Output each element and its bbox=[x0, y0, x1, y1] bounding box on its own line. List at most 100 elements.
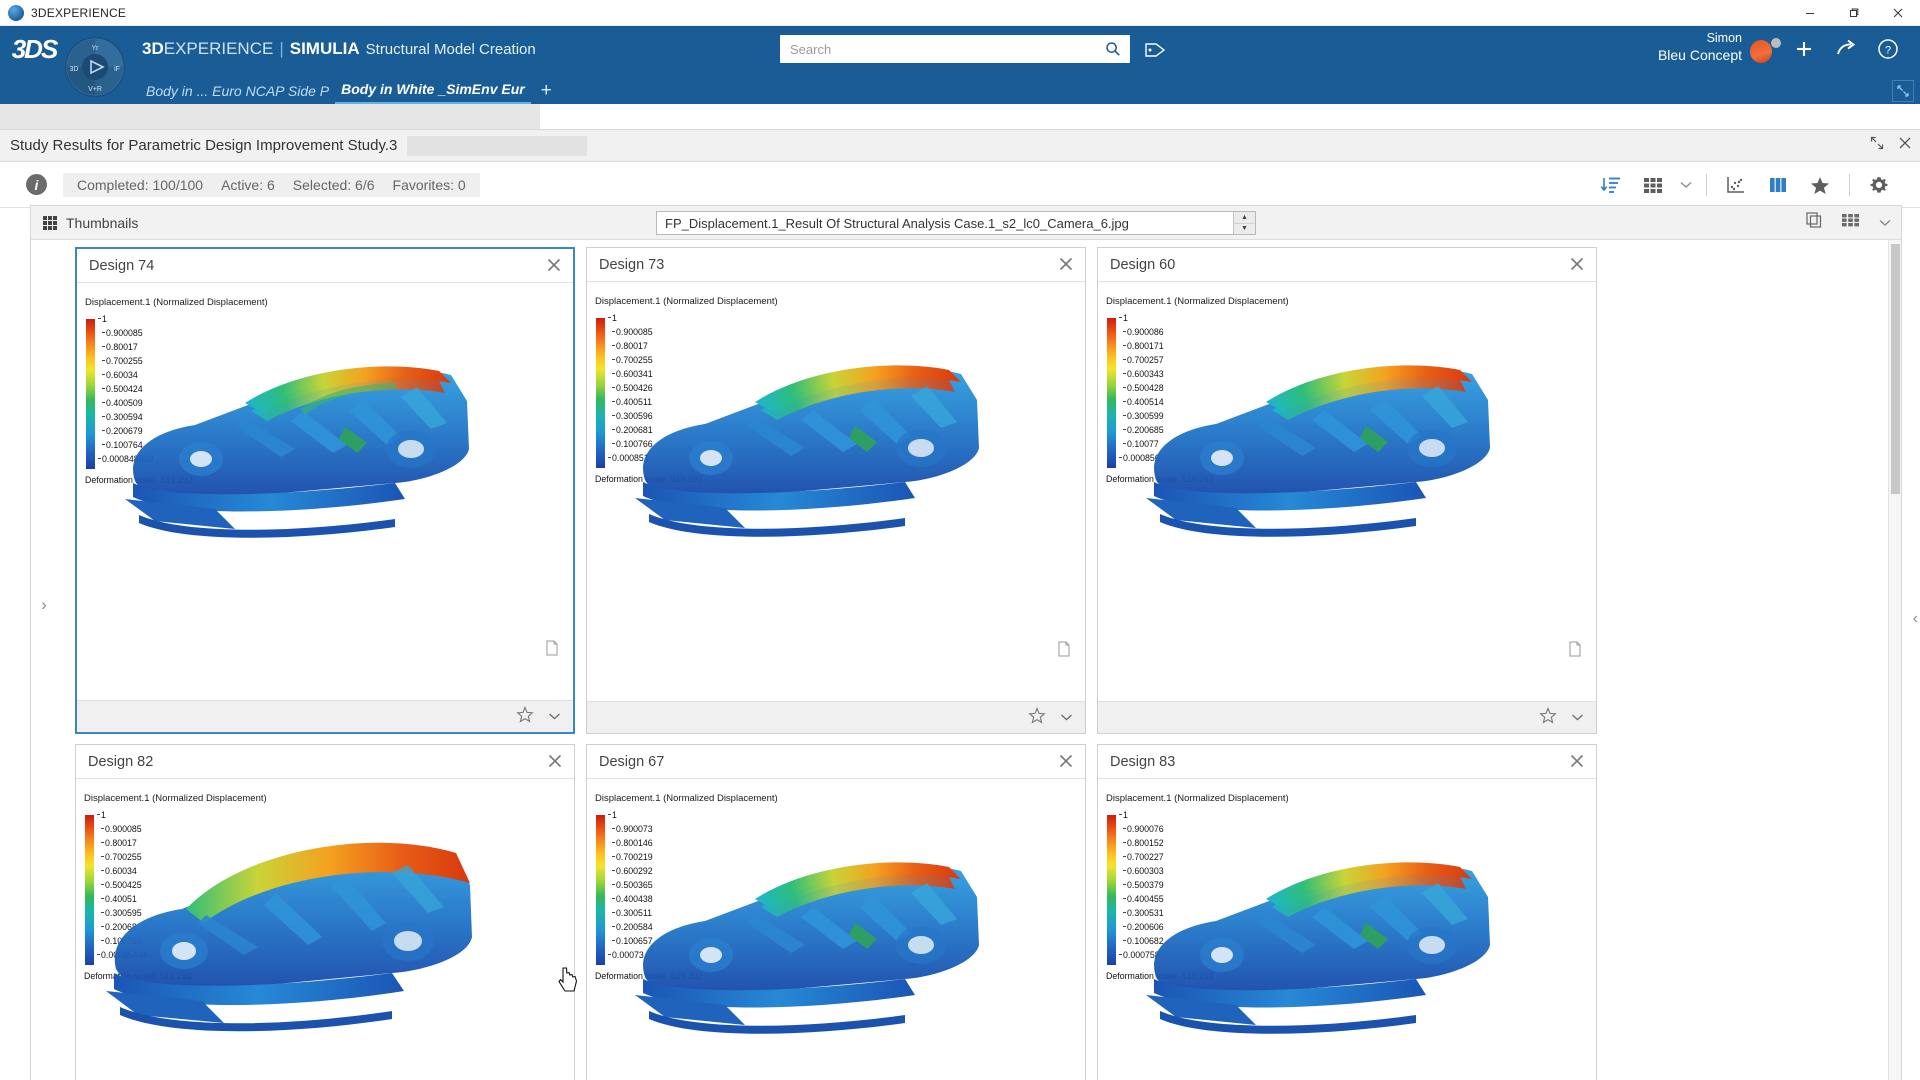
tag-icon[interactable] bbox=[1140, 38, 1170, 62]
card-viewport[interactable]: Displacement.1 (Normalized Displacement)… bbox=[77, 283, 573, 700]
toolbar-divider bbox=[1849, 173, 1850, 196]
vertical-scrollbar[interactable]: ▲ bbox=[1888, 240, 1901, 1080]
chevron-down-icon[interactable] bbox=[548, 708, 561, 726]
quantity-stepper[interactable]: ▲ ▼ bbox=[1233, 212, 1255, 234]
card-header: Design 73 bbox=[587, 248, 1085, 282]
pdf-export-icon[interactable] bbox=[1568, 641, 1582, 657]
close-icon[interactable] bbox=[1057, 752, 1075, 770]
search-input[interactable] bbox=[780, 35, 1096, 63]
legend-tick: 0.800152 bbox=[1123, 838, 1164, 848]
pdf-export-icon[interactable] bbox=[545, 640, 559, 656]
legend-color-bar bbox=[1107, 815, 1116, 965]
grid-9-icon[interactable] bbox=[1841, 212, 1861, 233]
info-icon[interactable]: i bbox=[26, 174, 47, 195]
legend-tick: 0.100682 bbox=[1123, 936, 1164, 946]
legend-tick: 0.600341 bbox=[612, 369, 653, 379]
sort-descending-list-icon[interactable] bbox=[1590, 168, 1632, 202]
star-outline-icon[interactable] bbox=[1539, 706, 1557, 729]
design-card[interactable]: Design 60 Displacement.1 (Normalized Dis… bbox=[1097, 247, 1597, 734]
card-viewport[interactable]: Displacement.1 (Normalized Displacement)… bbox=[1098, 779, 1596, 1080]
next-page-arrow[interactable]: ‹ bbox=[1913, 610, 1918, 628]
collapse-diagonal-icon[interactable] bbox=[1892, 80, 1914, 102]
card-viewport[interactable]: Displacement.1 (Normalized Displacement)… bbox=[76, 779, 574, 1080]
thumbnails-label: Thumbnails bbox=[66, 214, 139, 231]
brand-role: Structural Model Creation bbox=[365, 41, 536, 58]
avatar[interactable] bbox=[1750, 38, 1781, 64]
tab-bar: Body in ... Euro NCAP Side P Body in Whi… bbox=[0, 72, 1920, 104]
search-icon[interactable] bbox=[1096, 41, 1130, 57]
design-card[interactable]: Design 82 Displacement.1 (Normalized Dis… bbox=[75, 744, 575, 1080]
chevron-down-icon[interactable] bbox=[1571, 709, 1584, 727]
card-viewport[interactable]: Displacement.1 (Normalized Displacement)… bbox=[587, 282, 1085, 701]
chevron-down-icon[interactable] bbox=[1674, 168, 1698, 202]
legend-tick: 0.800171 bbox=[1123, 341, 1164, 351]
question-circle-icon[interactable]: ? bbox=[1874, 36, 1902, 62]
close-icon[interactable] bbox=[1898, 136, 1912, 155]
close-icon[interactable] bbox=[545, 256, 563, 274]
card-viewport[interactable]: Displacement.1 (Normalized Displacement)… bbox=[1098, 282, 1596, 701]
minimize-icon[interactable] bbox=[1788, 0, 1832, 26]
legend-tick: 0.300599 bbox=[1123, 411, 1164, 421]
brand-3d: 3D bbox=[142, 39, 164, 58]
scatter-plot-icon[interactable] bbox=[1715, 168, 1757, 202]
tab-body-in-white-simenv[interactable]: Body in White _SimEnv Eur bbox=[335, 81, 531, 104]
star-filled-icon[interactable] bbox=[1799, 168, 1841, 202]
thumbnails-header: Thumbnails FP_Displacement.1_Result Of S… bbox=[31, 206, 1901, 240]
card-title: Design 74 bbox=[89, 257, 155, 274]
chevron-down-icon[interactable] bbox=[1879, 214, 1891, 232]
close-icon[interactable] bbox=[1057, 255, 1075, 273]
color-legend: 1 0.900073 0.800146 0.700219 0.600292 0.… bbox=[596, 811, 653, 965]
user-info[interactable]: Simon Bleu Concept bbox=[1658, 31, 1742, 64]
tab-body-in-white-euro-ncap[interactable]: Body in ... Euro NCAP Side P bbox=[140, 83, 335, 104]
legend-tick: 0.60034 bbox=[101, 866, 137, 876]
close-icon[interactable] bbox=[1568, 255, 1586, 273]
card-header: Design 82 bbox=[76, 745, 574, 779]
legend-tick: 0.200584 bbox=[612, 922, 653, 932]
design-card[interactable]: Design 73 Displacement.1 (Normalized Dis… bbox=[586, 247, 1086, 734]
legend-title: Displacement.1 (Normalized Displacement) bbox=[1106, 296, 1289, 307]
dassault-systemes-logo[interactable]: 3DS bbox=[0, 34, 62, 65]
spinner-down-button[interactable]: ▼ bbox=[1234, 223, 1255, 234]
grid-9-icon[interactable] bbox=[1632, 168, 1674, 202]
plus-icon[interactable] bbox=[1790, 36, 1818, 62]
spinner-up-button[interactable]: ▲ bbox=[1234, 212, 1255, 224]
car-body-render bbox=[587, 282, 1085, 701]
3dexperience-app-icon bbox=[8, 4, 24, 21]
design-card[interactable]: Design 74 Displacement.1 (Normalized Dis… bbox=[75, 247, 578, 992]
results-toolbar bbox=[1590, 168, 1900, 202]
legend-tick: 0.900085 bbox=[612, 327, 653, 337]
restore-icon[interactable] bbox=[1832, 0, 1876, 26]
legend-tick: 0.700219 bbox=[612, 852, 653, 862]
legend-tick: 0.400438 bbox=[612, 894, 653, 904]
image-file-select[interactable]: FP_Displacement.1_Result Of Structural A… bbox=[656, 211, 1256, 235]
prev-page-arrow[interactable]: › bbox=[35, 585, 53, 625]
svg-text:3D: 3D bbox=[70, 66, 79, 73]
design-card[interactable]: Design 67 Displacement.1 (Normalized Dis… bbox=[586, 744, 1086, 1080]
close-icon[interactable] bbox=[1876, 0, 1920, 26]
chevron-down-icon[interactable] bbox=[1060, 709, 1073, 727]
columns-icon[interactable] bbox=[1757, 168, 1799, 202]
close-icon[interactable] bbox=[546, 752, 564, 770]
add-tab-button[interactable]: + bbox=[531, 80, 560, 104]
gear-icon[interactable] bbox=[1858, 168, 1900, 202]
legend-tick: 0.400514 bbox=[1123, 397, 1164, 407]
share-arrow-icon[interactable] bbox=[1832, 36, 1860, 62]
expand-icon[interactable] bbox=[1870, 136, 1884, 155]
thumbnail-cards-container[interactable]: Design 74 Displacement.1 (Normalized Dis… bbox=[31, 240, 1887, 1080]
legend-tick: 0.80017 bbox=[102, 342, 138, 352]
pdf-export-icon[interactable] bbox=[1057, 641, 1071, 657]
close-icon[interactable] bbox=[1568, 752, 1586, 770]
scrollbar-thumb[interactable] bbox=[1891, 244, 1900, 494]
copy-image-icon[interactable] bbox=[1805, 211, 1823, 234]
legend-tick: 0.300595 bbox=[101, 908, 142, 918]
search-box[interactable] bbox=[780, 35, 1130, 63]
legend-tick: 0.60034 bbox=[102, 370, 138, 380]
card-viewport[interactable]: Displacement.1 (Normalized Displacement)… bbox=[587, 779, 1085, 1080]
star-outline-icon[interactable] bbox=[516, 705, 534, 728]
legend-tick: 0.200681 bbox=[612, 425, 653, 435]
legend-tick: 0.600303 bbox=[1123, 866, 1164, 876]
star-outline-icon[interactable] bbox=[1028, 706, 1046, 729]
design-card[interactable]: Design 83 Displacement.1 (Normalized Dis… bbox=[1097, 744, 1597, 1080]
3dexperience-compass[interactable]: Yr 3D iF V+R bbox=[60, 32, 130, 102]
application-header: 3DS Yr 3D iF V+R 3DEXPERIENCE | SIMULIA Str… bbox=[0, 26, 1920, 97]
